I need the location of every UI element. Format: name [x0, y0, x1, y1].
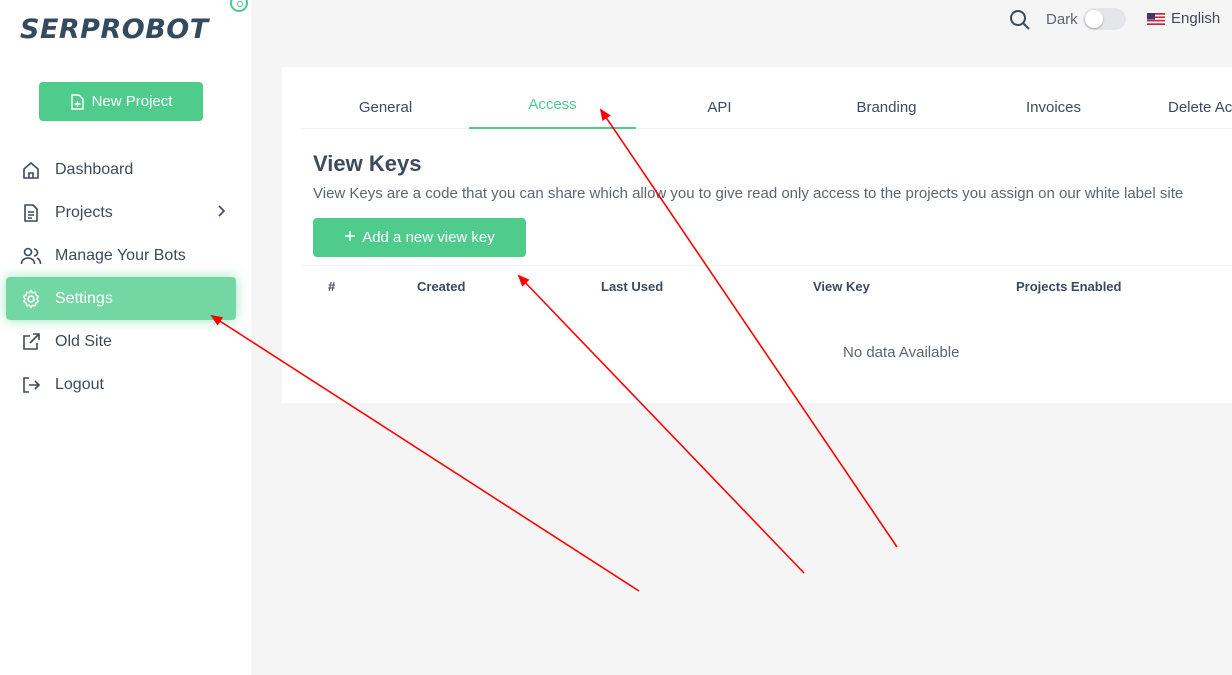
us-flag-icon [1147, 12, 1165, 25]
logout-icon [20, 374, 42, 396]
sidebar-item-dashboard[interactable]: Dashboard [6, 148, 236, 191]
sidebar-item-label: Projects [55, 203, 113, 221]
tab-access[interactable]: Access [469, 67, 636, 129]
sidebar-item-old-site[interactable]: Old Site [6, 320, 236, 363]
column-header-projects-enabled[interactable]: Projects Enabled [1016, 279, 1121, 294]
users-icon [20, 245, 42, 267]
sidebar-item-label: Manage Your Bots [55, 246, 186, 264]
document-icon [20, 202, 42, 224]
column-header-view-key[interactable]: View Key [813, 279, 870, 294]
sidebar-item-label: Old Site [55, 332, 112, 350]
new-project-label: New Project [91, 93, 173, 110]
home-icon [20, 159, 42, 181]
sidebar-item-label: Logout [55, 375, 104, 393]
sidebar-item-manage-bots[interactable]: Manage Your Bots [6, 234, 236, 277]
search-icon[interactable] [1008, 8, 1032, 32]
app: SERPROBOT New Project Dashboard Projects [0, 0, 1232, 675]
logo[interactable]: SERPROBOT [20, 14, 209, 45]
section-title: View Keys [313, 151, 422, 176]
tab-delete-account[interactable]: Delete Ac [1137, 67, 1232, 129]
logo-badge-icon [230, 0, 248, 12]
sidebar-item-label: Dashboard [55, 160, 134, 178]
settings-card: General Access API Branding Invoices Del… [282, 67, 1232, 403]
sidebar-item-logout[interactable]: Logout [6, 363, 236, 406]
toggle-knob [1085, 10, 1103, 28]
sidebar: SERPROBOT New Project Dashboard Projects [0, 0, 251, 675]
tab-branding[interactable]: Branding [803, 67, 970, 129]
column-header-created[interactable]: Created [417, 279, 465, 294]
column-header-index[interactable]: # [328, 279, 335, 294]
section-description: View Keys are a code that you can share … [313, 185, 1184, 202]
empty-table-message: No data Available [843, 344, 960, 361]
language-selector[interactable]: English [1171, 10, 1220, 27]
sidebar-item-projects[interactable]: Projects [6, 191, 236, 234]
plus-icon [344, 229, 356, 246]
tab-invoices[interactable]: Invoices [970, 67, 1137, 129]
dark-mode-label: Dark [1046, 11, 1078, 28]
sidebar-item-settings[interactable]: Settings [6, 277, 236, 320]
settings-tabs: General Access API Branding Invoices Del… [302, 67, 1232, 129]
gear-icon [20, 288, 42, 310]
column-header-last-used[interactable]: Last Used [601, 279, 663, 294]
tab-api[interactable]: API [636, 67, 803, 129]
dark-mode-toggle[interactable] [1083, 8, 1126, 30]
add-view-key-button[interactable]: Add a new view key [313, 218, 526, 257]
sidebar-item-label: Settings [55, 289, 113, 307]
view-keys-table-header: # Created Last Used View Key Projects En… [302, 265, 1232, 305]
sidebar-nav: Dashboard Projects Manage Your Bots Sett… [6, 148, 236, 406]
add-view-key-label: Add a new view key [362, 229, 495, 246]
chevron-right-icon [216, 204, 226, 223]
external-link-icon [20, 331, 42, 353]
tab-general[interactable]: General [302, 67, 469, 129]
new-project-button[interactable]: New Project [39, 82, 203, 121]
file-plus-icon [70, 93, 84, 110]
